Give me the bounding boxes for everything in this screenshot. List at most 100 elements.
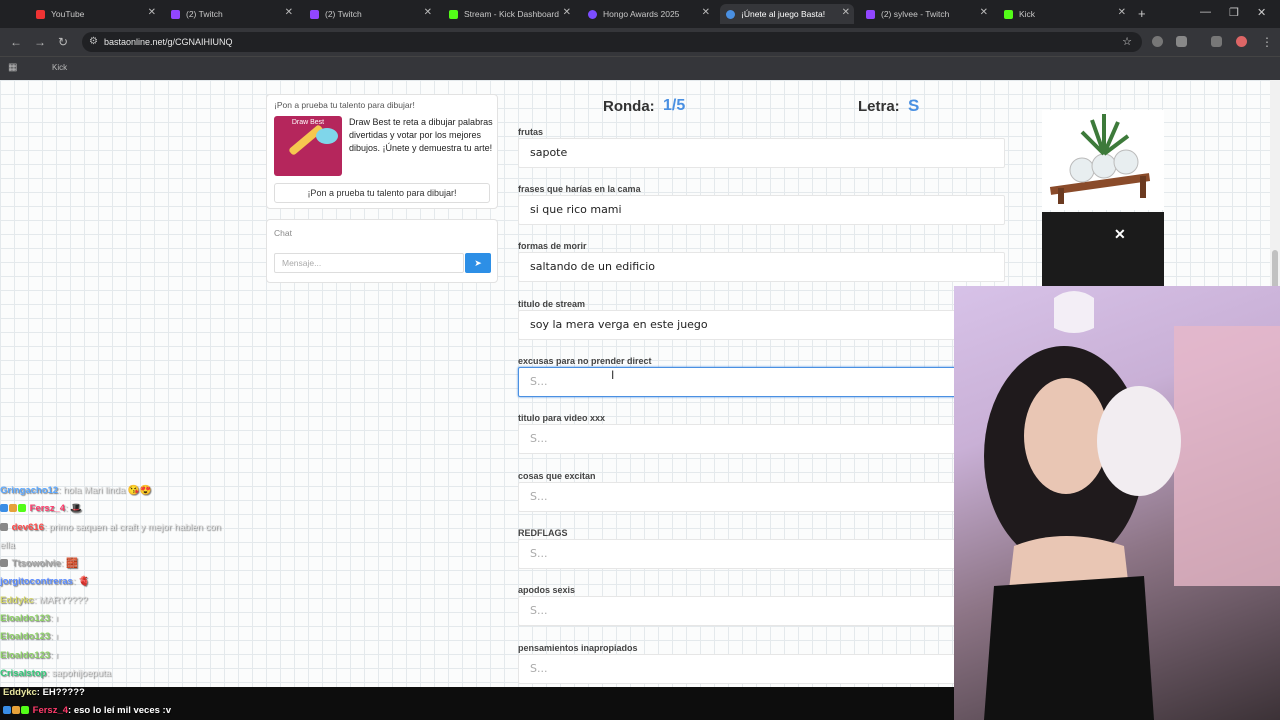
tab-3[interactable]: Stream - Kick Dashboard ✕	[443, 4, 575, 24]
close-icon[interactable]: ✕	[285, 7, 293, 18]
tab-1[interactable]: (2) Twitch ✕	[165, 4, 297, 24]
tab-title: (2) Twitch	[325, 9, 362, 19]
category-field-focused: excusas para no prender direct S... I	[518, 355, 1005, 397]
address-bar: ← → ↻ ⚙ bastaonline.net/g/CGNAIHIUNQ ☆ ⋮	[0, 28, 1280, 56]
text-cursor-icon: I	[611, 368, 615, 382]
category-input[interactable]: S...	[518, 367, 1005, 397]
close-icon[interactable]: ✕	[980, 7, 988, 18]
category-input[interactable]: soy la mera verga en este juego	[518, 310, 1005, 340]
chat-username: Eloaldo123	[0, 649, 51, 661]
category-input[interactable]: S...	[518, 654, 1005, 684]
badge-icon	[21, 706, 29, 714]
chat-username: Eddykc	[0, 594, 34, 606]
chat-username: dev616	[11, 521, 44, 533]
new-tab-icon[interactable]: +	[1138, 6, 1146, 21]
ad-image-plant[interactable]	[1042, 110, 1164, 210]
tab-2[interactable]: (2) Twitch ✕	[304, 4, 436, 24]
maximize-icon[interactable]: ❐	[1229, 6, 1239, 19]
category-input[interactable]: si que rico mami	[518, 195, 1005, 225]
badge-icon	[12, 706, 20, 714]
chat-username: Fersz_4	[29, 503, 66, 515]
close-icon[interactable]: ✕	[424, 7, 432, 18]
category-field: apodos sexis S...	[518, 584, 1005, 626]
chat-message: Eloaldo123: ı	[0, 610, 270, 628]
close-icon[interactable]: ✕	[702, 7, 710, 18]
kick-icon	[1004, 9, 1013, 19]
streamer-webcam	[954, 286, 1280, 720]
chat-send-button[interactable]: ➤	[465, 253, 491, 273]
profile-avatar[interactable]	[1236, 36, 1247, 47]
close-icon[interactable]: ✕	[563, 7, 571, 18]
forward-icon[interactable]: →	[34, 35, 46, 49]
category-input[interactable]: S...	[518, 596, 1005, 626]
category-input[interactable]: S...	[518, 482, 1005, 512]
badge-icon	[3, 706, 11, 714]
plant-stand-image	[1049, 114, 1151, 204]
webcam-figure	[984, 291, 1280, 720]
tab-title: YouTube	[51, 9, 85, 19]
tab-4[interactable]: Hongo Awards 2025 ✕	[582, 4, 714, 24]
category-input[interactable]: S...	[518, 424, 1005, 454]
category-input[interactable]: saltando de un edificio	[518, 252, 1005, 282]
chat-message: jorgitocontreras: 🫀	[0, 573, 270, 591]
close-icon[interactable]: ✕	[842, 7, 850, 18]
tab-6[interactable]: (2) sylvee - Twitch ✕	[860, 4, 992, 24]
apps-icon[interactable]: ▦	[8, 62, 17, 73]
tab-0[interactable]: YouTube ✕	[30, 4, 160, 24]
tab-title: ¡Únete al juego Basta!	[741, 9, 826, 19]
badge-icon	[9, 504, 17, 513]
back-icon[interactable]: ←	[10, 35, 22, 49]
send-icon: ➤	[474, 258, 482, 268]
menu-icon[interactable]: ⋮	[1261, 35, 1273, 49]
close-icon[interactable]: ✕	[148, 7, 156, 18]
chat-message: Fersz_4: eso lo leí mil veces :v	[3, 702, 171, 720]
chat-title: Chat	[274, 228, 292, 238]
category-input[interactable]: sapote	[518, 138, 1005, 168]
minimize-icon[interactable]: —	[1200, 6, 1211, 18]
chat-text: : primo saquen al craft y mejor hablen c…	[43, 521, 221, 533]
extension-icon[interactable]	[1152, 36, 1163, 47]
chat-text: : ı	[50, 613, 59, 625]
window-close-icon[interactable]: ✕	[1257, 6, 1266, 19]
category-label: pensamientos inapropiados	[518, 643, 638, 653]
category-label: titulo para video xxx	[518, 413, 606, 423]
puzzle-icon[interactable]	[1176, 36, 1187, 47]
chat-text: : EH?????	[36, 687, 85, 698]
site-settings-icon[interactable]: ⚙	[89, 32, 98, 52]
media-icon[interactable]	[1211, 36, 1222, 47]
badge-icon	[0, 504, 8, 513]
youtube-icon	[36, 9, 45, 19]
reload-icon[interactable]: ↻	[58, 35, 68, 49]
round-label: Ronda:	[603, 98, 655, 115]
bubble-icon	[316, 128, 338, 144]
promo-heading: ¡Pon a prueba tu talento para dibujar!	[274, 100, 415, 110]
chat-text: ella	[0, 539, 15, 551]
chat-username: jorgitocontreras	[0, 576, 73, 588]
url-field[interactable]: ⚙ bastaonline.net/g/CGNAIHIUNQ ☆	[82, 32, 1142, 52]
browser-tab-bar: YouTube ✕ (2) Twitch ✕ (2) Twitch ✕ Stream …	[0, 0, 1280, 28]
promo-button[interactable]: ¡Pon a prueba tu talento para dibujar!	[274, 183, 490, 203]
chat-message-input[interactable]: Mensaje...	[274, 253, 464, 273]
close-icon[interactable]: ✕	[1118, 7, 1126, 18]
tab-7[interactable]: Kick ✕	[998, 4, 1130, 24]
category-input[interactable]: S...	[518, 539, 1005, 569]
chat-text: : MARY????	[33, 594, 88, 606]
chat-text: : ı	[50, 631, 59, 643]
stream-chat-overlay: Gringacho12: hola Mari linda 😘😍 Fersz_4:…	[0, 482, 270, 683]
chat-message: Eloaldo123: ı	[0, 628, 270, 646]
bookmark-star-icon[interactable]: ☆	[1122, 32, 1132, 52]
bookmark-kick[interactable]: Kick	[52, 63, 67, 72]
category-label: excusas para no prender direct	[518, 356, 652, 366]
shield-icon	[0, 522, 8, 531]
letter-value: S	[908, 96, 920, 115]
ad-image-clothing[interactable]	[1042, 212, 1164, 288]
draw-best-image[interactable]: Draw Best	[274, 116, 342, 176]
ad-close-icon[interactable]: ✕	[1114, 226, 1126, 243]
chat-text: : ı	[50, 649, 59, 661]
tab-5-active[interactable]: ¡Únete al juego Basta! ✕	[720, 4, 854, 24]
twitch-icon	[171, 9, 180, 19]
category-field: frutas sapote	[518, 126, 1005, 168]
category-label: REDFLAGS	[518, 528, 568, 538]
round-value: 1/5	[663, 97, 686, 114]
badge-icon	[18, 504, 26, 513]
